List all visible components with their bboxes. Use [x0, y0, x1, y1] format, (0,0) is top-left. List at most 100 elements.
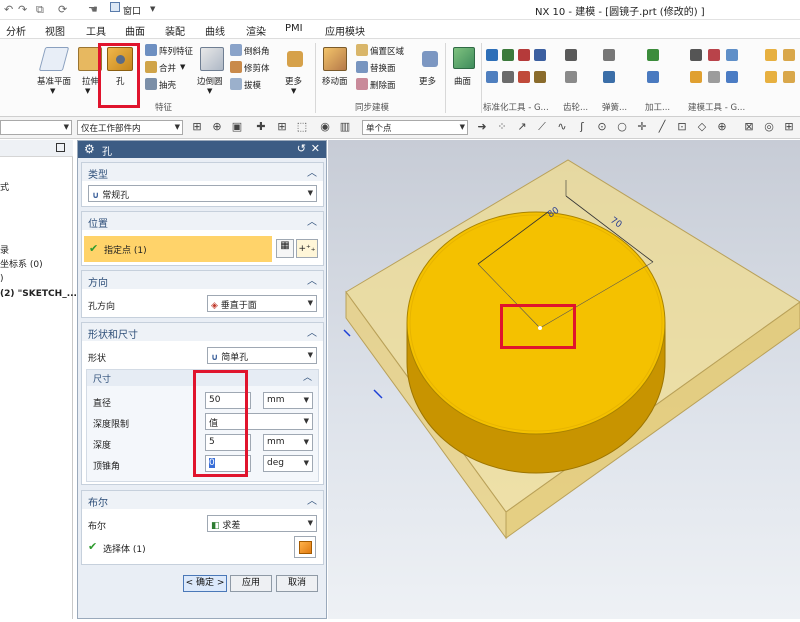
- selection-scope-dropdown[interactable]: 仅在工作部件内 ▼: [77, 120, 183, 135]
- snap-icon[interactable]: ⟋: [535, 120, 549, 134]
- extrude-icon[interactable]: [78, 47, 102, 71]
- tip-angle-unit-dropdown[interactable]: deg ▼: [263, 455, 313, 472]
- point-dialog-icon[interactable]: +⁺₊: [296, 239, 318, 258]
- apply-button[interactable]: 应用: [230, 575, 272, 592]
- chamfer-icon[interactable]: [230, 44, 242, 56]
- reset-icon[interactable]: ↺: [297, 142, 306, 155]
- trim-body-icon[interactable]: [230, 61, 242, 73]
- navigator-row[interactable]: 录: [0, 243, 9, 256]
- spring-icon[interactable]: [603, 49, 615, 61]
- chevron-down-icon[interactable]: ▼: [207, 87, 212, 95]
- shape-size-section-header[interactable]: 形状和尺寸 ︿: [82, 323, 323, 341]
- tool-icon[interactable]: [486, 49, 498, 61]
- build-tool-icon[interactable]: [708, 49, 720, 61]
- more-features-icon[interactable]: [287, 51, 303, 67]
- maximize-icon[interactable]: [56, 143, 65, 152]
- hole-icon[interactable]: [107, 47, 133, 71]
- select-icon[interactable]: ✚: [254, 120, 268, 134]
- hole-label[interactable]: 孔: [116, 75, 125, 87]
- depth-input[interactable]: 5: [205, 434, 251, 451]
- chamfer-label[interactable]: 倒斜角: [244, 45, 270, 57]
- pattern-feature-label[interactable]: 阵列特征: [159, 45, 193, 57]
- chevron-down-icon[interactable]: ▼: [150, 5, 155, 13]
- boolean-section-header[interactable]: 布尔 ︿: [82, 491, 323, 509]
- snap-icon[interactable]: ∿: [555, 120, 569, 134]
- move-face-icon[interactable]: [323, 47, 347, 71]
- more-features-label[interactable]: 更多: [285, 75, 302, 87]
- build-tool-icon[interactable]: [726, 49, 738, 61]
- snap-point-dropdown[interactable]: 单个点 ▼: [362, 120, 468, 135]
- tool-icon[interactable]: [486, 71, 498, 83]
- direction-section-header[interactable]: 方向 ︿: [82, 271, 323, 289]
- menu-view[interactable]: 视图: [45, 23, 65, 38]
- touch-mode-icon[interactable]: ☚: [88, 3, 98, 16]
- type-filter-dropdown[interactable]: ▼: [0, 120, 72, 135]
- snap-icon[interactable]: ⊡: [675, 120, 689, 134]
- filter-icon[interactable]: ⊕: [210, 120, 224, 134]
- tip-angle-input[interactable]: 0: [205, 455, 251, 472]
- build-tool-icon[interactable]: [765, 71, 777, 83]
- view-icon[interactable]: ◎: [762, 120, 776, 134]
- surface-icon[interactable]: [453, 47, 475, 69]
- machining-icon[interactable]: [647, 71, 659, 83]
- tool-icon[interactable]: [502, 71, 514, 83]
- snap-icon[interactable]: ʃ: [575, 120, 589, 134]
- snap-icon[interactable]: ○: [615, 120, 629, 134]
- snap-icon[interactable]: ◇: [695, 120, 709, 134]
- snap-icon[interactable]: ↗: [515, 120, 529, 134]
- window-menu[interactable]: 窗口: [123, 4, 141, 17]
- gear-icon[interactable]: [565, 49, 577, 61]
- draft-label[interactable]: 拔模: [244, 79, 261, 91]
- graphics-viewport[interactable]: 80 70: [328, 140, 800, 619]
- menu-applications[interactable]: 应用模块: [325, 23, 365, 38]
- type-section-header[interactable]: 类型 ︿: [82, 163, 323, 181]
- select-body-label[interactable]: 选择体 (1): [103, 542, 146, 555]
- select-icon[interactable]: ▣: [230, 120, 244, 134]
- offset-region-label[interactable]: 偏置区域: [370, 45, 404, 57]
- edge-blend-label[interactable]: 边倒圆: [197, 75, 223, 87]
- navigator-row[interactable]: ): [0, 274, 4, 284]
- move-face-label[interactable]: 移动面: [322, 75, 348, 87]
- select-icon[interactable]: ◉: [318, 120, 332, 134]
- view-icon[interactable]: ⊠: [742, 120, 756, 134]
- datum-plane-icon[interactable]: [38, 47, 70, 71]
- gear-icon[interactable]: [565, 71, 577, 83]
- more-sync-icon[interactable]: [422, 51, 438, 67]
- draft-icon[interactable]: [230, 78, 242, 90]
- menu-render[interactable]: 渲染: [246, 23, 266, 38]
- delete-face-icon[interactable]: [356, 78, 368, 90]
- solid-body-icon[interactable]: ▥: [338, 120, 352, 134]
- trim-body-label[interactable]: 修剪体: [244, 62, 270, 74]
- shape-dropdown[interactable]: ∪ 简单孔 ▼: [207, 347, 317, 364]
- chevron-down-icon[interactable]: ▼: [85, 87, 90, 95]
- diameter-input[interactable]: 50: [205, 392, 251, 409]
- replace-face-icon[interactable]: [356, 61, 368, 73]
- specify-point-row[interactable]: ✔ 指定点 (1): [84, 236, 272, 262]
- undo-icon[interactable]: ↶: [4, 3, 13, 16]
- repeat-icon[interactable]: ⟳: [58, 3, 67, 16]
- select-icon[interactable]: ⬚: [295, 120, 309, 134]
- navigator-row-sketch[interactable]: (2) "SKETCH_...: [0, 289, 77, 299]
- pattern-feature-icon[interactable]: [145, 44, 157, 56]
- filter-icon[interactable]: ⊞: [190, 120, 204, 134]
- menu-assembly[interactable]: 装配: [165, 23, 185, 38]
- dimensions-header[interactable]: 尺寸 ︿: [87, 370, 318, 386]
- chevron-down-icon[interactable]: ▼: [50, 87, 55, 95]
- chevron-down-icon[interactable]: ▼: [180, 63, 185, 71]
- offset-region-icon[interactable]: [356, 44, 368, 56]
- ok-button[interactable]: < 确定 >: [183, 575, 227, 592]
- sketch-section-icon[interactable]: ▦: [276, 239, 294, 258]
- spring-icon[interactable]: [603, 71, 615, 83]
- build-tool-icon[interactable]: [726, 71, 738, 83]
- snap-icon[interactable]: ⊙: [595, 120, 609, 134]
- diameter-unit-dropdown[interactable]: mm ▼: [263, 392, 313, 409]
- navigator-row[interactable]: 坐标系 (0): [0, 257, 43, 270]
- menu-tools[interactable]: 工具: [86, 23, 106, 38]
- build-tool-icon[interactable]: [783, 71, 795, 83]
- datum-plane-label[interactable]: 基准平面: [37, 75, 71, 87]
- shell-label[interactable]: 抽壳: [159, 79, 176, 91]
- build-tool-icon[interactable]: [708, 71, 720, 83]
- tool-icon[interactable]: [518, 49, 530, 61]
- replace-face-label[interactable]: 替换面: [370, 62, 396, 74]
- unite-icon[interactable]: [145, 61, 157, 73]
